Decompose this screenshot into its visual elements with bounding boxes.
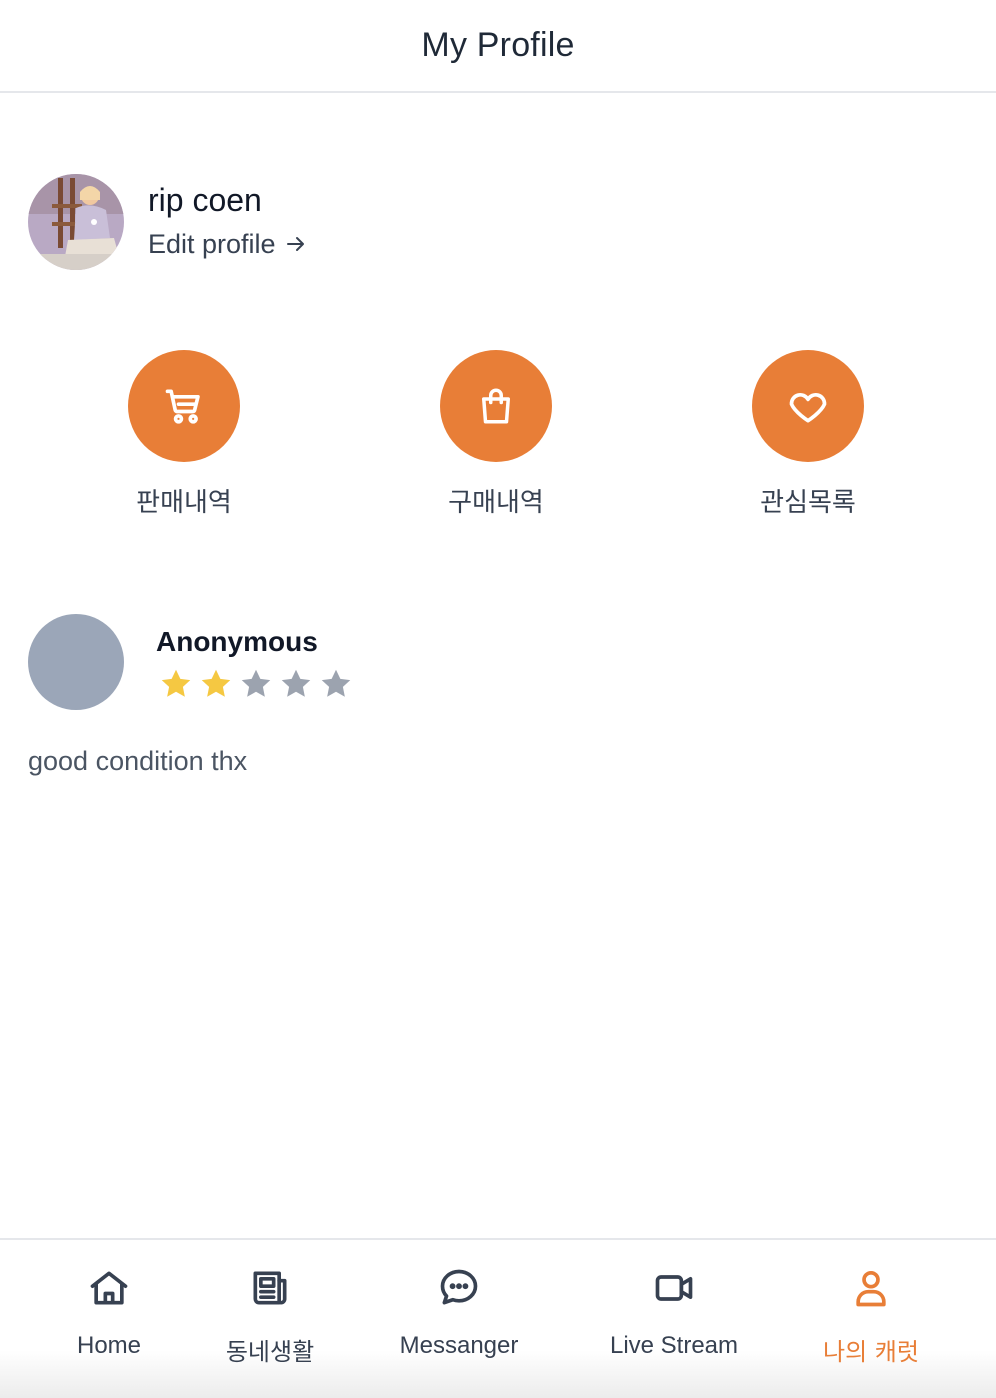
star-filled-icon <box>201 669 231 697</box>
nav-item-messenger[interactable]: Messanger <box>389 1266 529 1360</box>
nav-item-live-stream[interactable]: Live Stream <box>594 1266 754 1360</box>
arrow-right-icon <box>284 232 308 256</box>
nav-label-live-stream: Live Stream <box>609 1332 739 1359</box>
username: rip coen <box>148 182 262 218</box>
nav-label-my-carrot: 나의 캐럿 <box>823 1338 919 1366</box>
nav-label-messenger: Messanger <box>399 1332 519 1359</box>
quick-actions: 판매내역 구매내역 관심목록 <box>0 350 996 530</box>
avatar-photo <box>28 174 124 270</box>
nav-item-my-carrot[interactable]: 나의 캐럿 <box>811 1266 931 1367</box>
nav-item-neighborhood[interactable]: 동네생활 <box>210 1266 330 1367</box>
nav-item-home[interactable]: Home <box>59 1266 159 1360</box>
video-camera-icon <box>652 1266 696 1310</box>
heart-icon <box>752 350 864 462</box>
newspaper-icon <box>248 1266 292 1310</box>
edit-profile-label: Edit profile <box>148 229 276 259</box>
watchlist-button[interactable]: 관심목록 <box>728 350 888 519</box>
reviewer-name: Anonymous <box>156 626 318 657</box>
nav-label-neighborhood: 동네생활 <box>225 1338 315 1366</box>
watchlist-label: 관심목록 <box>760 488 856 518</box>
star-filled-icon <box>161 669 191 697</box>
chat-bubble-icon <box>437 1266 481 1310</box>
review-card: Anonymous good condition thx <box>28 614 968 777</box>
user-icon <box>849 1266 893 1310</box>
shopping-bag-icon <box>440 350 552 462</box>
nav-label-home: Home <box>76 1332 142 1359</box>
cart-icon <box>128 350 240 462</box>
sales-history-button[interactable]: 판매내역 <box>104 350 264 519</box>
sales-history-label: 판매내역 <box>136 488 232 518</box>
star-rating <box>158 666 358 702</box>
review-text: good condition thx <box>28 746 248 776</box>
star-empty-icon <box>321 669 351 697</box>
reviewer-avatar <box>28 614 124 710</box>
page-header: My Profile <box>0 0 996 93</box>
page-title: My Profile <box>421 26 575 64</box>
bottom-nav: Home 동네생활 Messanger Live Stream 나의 캐럿 <box>0 1238 996 1398</box>
profile-section: rip coen Edit profile <box>28 174 308 270</box>
home-icon <box>87 1266 131 1310</box>
edit-profile-link[interactable]: Edit profile <box>148 224 308 264</box>
avatar[interactable] <box>28 174 124 270</box>
star-empty-icon <box>281 669 311 697</box>
purchase-history-label: 구매내역 <box>448 488 544 518</box>
star-empty-icon <box>241 669 271 697</box>
purchase-history-button[interactable]: 구매내역 <box>416 350 576 519</box>
